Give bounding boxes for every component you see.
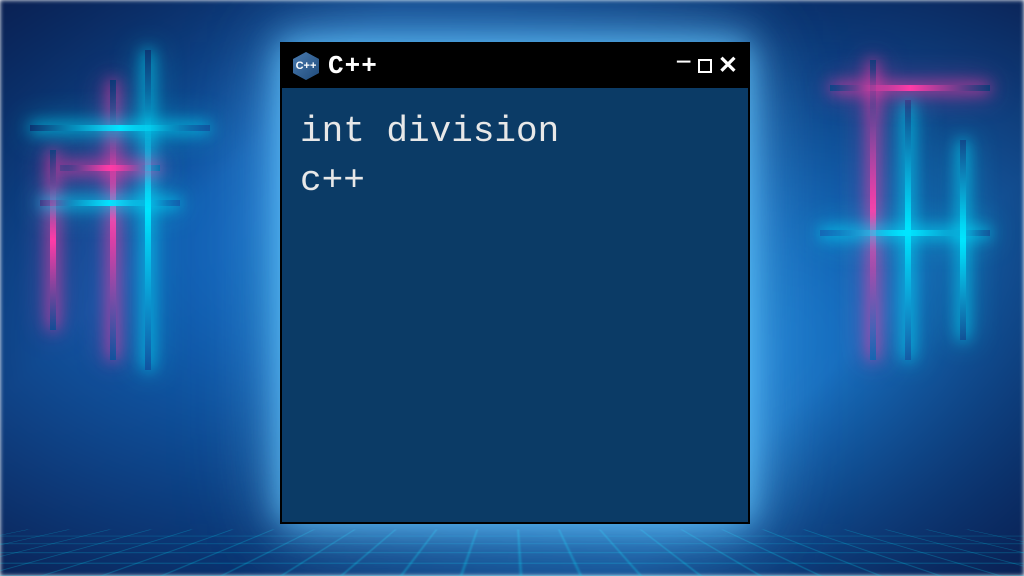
- window-title: C++: [328, 51, 668, 81]
- terminal-content: int division c++: [282, 88, 748, 225]
- cpp-icon-text: C++: [296, 60, 317, 72]
- maximize-button[interactable]: [698, 59, 712, 73]
- window-controls: − ✕: [676, 54, 738, 78]
- minimize-button[interactable]: −: [676, 48, 692, 76]
- code-line-1: int division: [300, 108, 730, 157]
- close-button[interactable]: ✕: [718, 54, 738, 78]
- window-titlebar[interactable]: C++ C++ − ✕: [282, 44, 748, 88]
- cpp-logo-icon: C++: [292, 52, 320, 80]
- code-line-2: c++: [300, 157, 730, 206]
- floor-grid: [0, 529, 1024, 576]
- terminal-window: C++ C++ − ✕ int division c++: [280, 42, 750, 524]
